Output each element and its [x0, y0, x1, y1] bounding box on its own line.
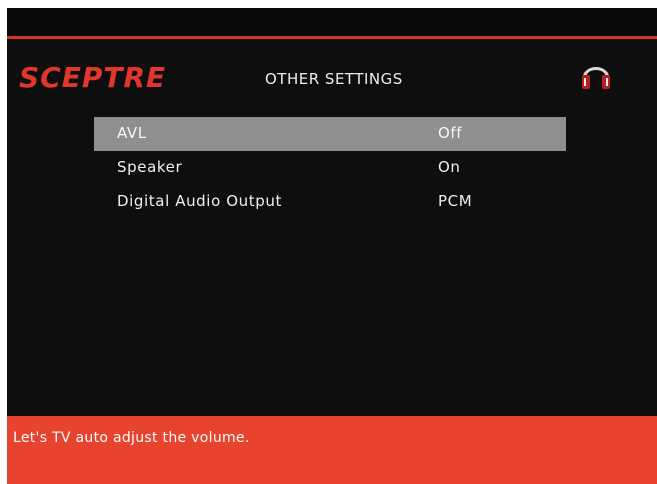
svg-text:SCEPTRE: SCEPTRE — [19, 62, 166, 90]
menu-item-digital-audio-output[interactable]: Digital Audio Output PCM — [94, 185, 566, 219]
help-text: Let's TV auto adjust the volume. — [13, 430, 250, 446]
sceptre-logo: SCEPTRE — [19, 62, 166, 90]
page-title: OTHER SETTINGS — [265, 70, 403, 88]
menu-item-speaker[interactable]: Speaker On — [94, 151, 566, 185]
header-rule — [7, 36, 657, 39]
menu-item-label: AVL — [117, 124, 147, 142]
menu-item-label: Digital Audio Output — [117, 192, 282, 210]
help-bar: Let's TV auto adjust the volume. — [7, 416, 657, 484]
tv-screen: SCEPTRE OTHER SETTINGS AVL Off Speaker O… — [7, 8, 657, 484]
headphones-icon — [582, 67, 610, 89]
top-strip — [7, 8, 657, 36]
menu-item-label: Speaker — [117, 158, 183, 176]
menu-item-value: Off — [438, 124, 463, 142]
settings-menu: AVL Off Speaker On Digital Audio Output … — [94, 117, 566, 219]
menu-item-value: PCM — [438, 192, 473, 210]
menu-item-avl[interactable]: AVL Off — [94, 117, 566, 151]
menu-item-value: On — [438, 158, 461, 176]
